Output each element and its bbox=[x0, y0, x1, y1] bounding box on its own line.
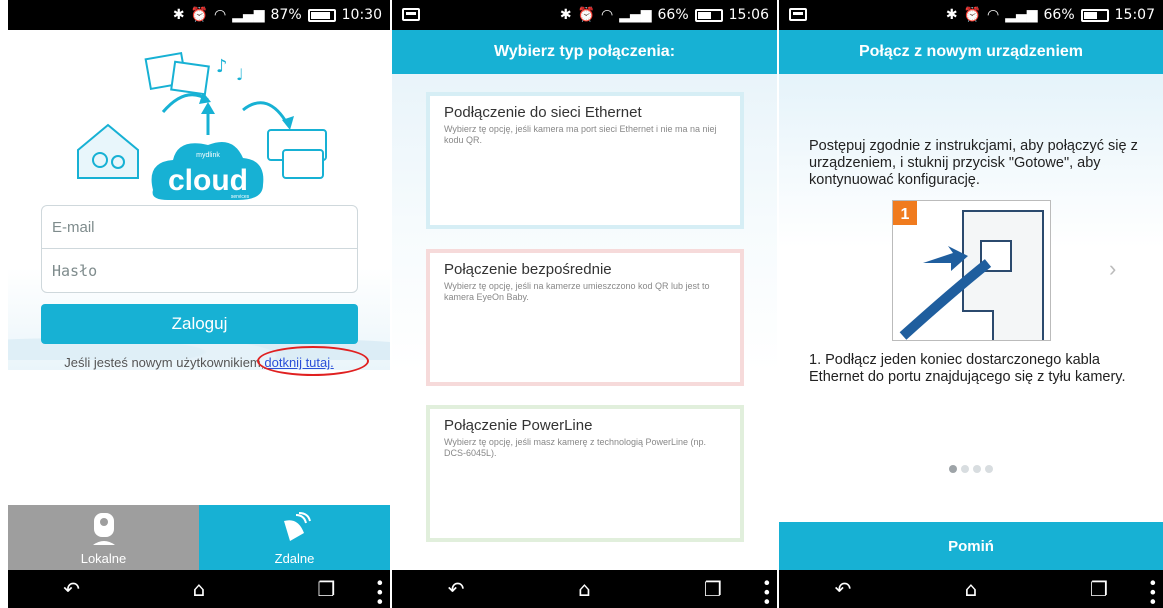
bluetooth-icon: ✱ bbox=[172, 7, 185, 23]
option-description: Wybierz tę opcję, jeśli kamera ma port s… bbox=[444, 124, 717, 145]
notification-icon bbox=[789, 8, 807, 21]
recents-icon[interactable]: ❐ bbox=[1069, 577, 1129, 601]
email-input[interactable] bbox=[42, 206, 357, 249]
status-bar: ✱ ⏰ ◠ ▂▄▆ 87% 10:30 bbox=[8, 0, 390, 30]
pager-dot bbox=[949, 465, 957, 473]
page-title: Połącz z nowym urządzeniem bbox=[779, 30, 1163, 74]
clock: 15:07 bbox=[1114, 7, 1155, 23]
android-nav-bar: ↶ ⌂ ❐ ••• bbox=[779, 570, 1163, 608]
option-title: Podłączenie do sieci Ethernet bbox=[444, 104, 642, 121]
option-title: Połączenie bezpośrednie bbox=[444, 261, 612, 278]
battery-percent: 66% bbox=[657, 7, 689, 23]
wifi-icon: ◠ bbox=[986, 7, 1000, 23]
home-icon[interactable]: ⌂ bbox=[554, 577, 614, 601]
overflow-menu-icon[interactable]: ••• bbox=[1143, 578, 1162, 606]
highlight-annotation bbox=[257, 346, 369, 376]
option-title: Połączenie PowerLine bbox=[444, 417, 593, 434]
back-icon[interactable]: ↶ bbox=[813, 577, 873, 601]
svg-text:♩: ♩ bbox=[236, 65, 244, 84]
connect-device-screen: ✱ ⏰ ◠ ▂▄▆ 66% 15:07 Połącz z nowym urząd… bbox=[779, 0, 1163, 608]
tab-local-label: Lokalne bbox=[80, 551, 127, 566]
mode-tabs: Lokalne Zdalne bbox=[8, 505, 390, 570]
alarm-icon: ⏰ bbox=[577, 7, 595, 23]
battery-percent: 87% bbox=[270, 7, 302, 23]
signal-icon: ▂▄▆ bbox=[619, 7, 652, 23]
status-bar: ✱ ⏰ ◠ ▂▄▆ 66% 15:06 bbox=[392, 0, 777, 30]
logo-brand: cloud bbox=[168, 164, 248, 197]
register-text: Jeśli jesteś nowym użytkownikiem, bbox=[64, 355, 265, 370]
wifi-icon: ◠ bbox=[600, 7, 614, 23]
option-description: Wybierz tę opcję, jeśli na kamerze umies… bbox=[444, 281, 710, 302]
recents-icon[interactable]: ❐ bbox=[683, 577, 743, 601]
svg-text:♪: ♪ bbox=[216, 56, 228, 77]
logo-sub: services bbox=[231, 194, 250, 200]
step-illustration: 1 bbox=[892, 200, 1051, 341]
pager-dot bbox=[973, 465, 981, 473]
home-icon[interactable]: ⌂ bbox=[169, 577, 229, 601]
logo-brand-small: mydlink bbox=[196, 152, 220, 159]
recents-icon[interactable]: ❐ bbox=[296, 577, 356, 601]
chevron-right-icon[interactable]: › bbox=[1109, 256, 1116, 282]
pager-dot bbox=[961, 465, 969, 473]
tab-local[interactable]: Lokalne bbox=[8, 505, 199, 570]
alarm-icon: ⏰ bbox=[963, 7, 981, 23]
login-button[interactable]: Zaloguj bbox=[41, 304, 358, 344]
screenshots-collage: ✱ ⏰ ◠ ▂▄▆ 87% 10:30 ♪ ♩ mydlink cloud se… bbox=[0, 0, 1163, 608]
login-screen: ✱ ⏰ ◠ ▂▄▆ 87% 10:30 ♪ ♩ mydlink cloud se… bbox=[8, 0, 390, 608]
option-description: Wybierz tę opcję, jeśli masz kamerę z te… bbox=[444, 437, 707, 458]
signal-icon: ▂▄▆ bbox=[1005, 7, 1038, 23]
clock: 10:30 bbox=[341, 7, 382, 23]
satellite-icon bbox=[283, 512, 311, 541]
option-direct[interactable]: Połączenie bezpośrednie Wybierz tę opcję… bbox=[426, 249, 744, 386]
camera-icon bbox=[92, 513, 115, 545]
home-icon[interactable]: ⌂ bbox=[941, 577, 1001, 601]
pager-dot bbox=[985, 465, 993, 473]
tab-remote[interactable]: Zdalne bbox=[199, 505, 390, 570]
step-badge: 1 bbox=[901, 206, 910, 223]
status-bar: ✱ ⏰ ◠ ▂▄▆ 66% 15:07 bbox=[779, 0, 1163, 30]
wifi-icon: ◠ bbox=[213, 7, 227, 23]
bluetooth-icon: ✱ bbox=[559, 7, 572, 23]
bluetooth-icon: ✱ bbox=[945, 7, 958, 23]
clock: 15:06 bbox=[728, 7, 769, 23]
back-icon[interactable]: ↶ bbox=[426, 577, 486, 601]
skip-button[interactable]: Pomiń bbox=[779, 522, 1163, 570]
battery-icon bbox=[307, 8, 336, 22]
password-input[interactable] bbox=[42, 249, 357, 292]
option-powerline[interactable]: Połączenie PowerLine Wybierz tę opcję, j… bbox=[426, 405, 744, 542]
connection-type-screen: ✱ ⏰ ◠ ▂▄▆ 66% 15:06 Wybierz typ połączen… bbox=[392, 0, 777, 608]
back-icon[interactable]: ↶ bbox=[42, 577, 102, 601]
overflow-menu-icon[interactable]: ••• bbox=[757, 578, 776, 606]
page-title: Wybierz typ połączenia: bbox=[392, 30, 777, 74]
login-form bbox=[41, 205, 358, 293]
battery-percent: 66% bbox=[1043, 7, 1075, 23]
instruction-text: Postępuj zgodnie z instrukcjami, aby poł… bbox=[809, 138, 1138, 188]
alarm-icon: ⏰ bbox=[190, 7, 208, 23]
ethernet-cable-illustration: 1 bbox=[893, 201, 1044, 340]
option-ethernet[interactable]: Podłączenie do sieci Ethernet Wybierz tę… bbox=[426, 92, 744, 229]
step-text: 1. Podłącz jeden koniec dostarczonego ka… bbox=[809, 352, 1126, 385]
pager-dots bbox=[779, 465, 1163, 473]
notification-icon bbox=[402, 8, 420, 21]
android-nav-bar: ↶ ⌂ ❐ ••• bbox=[392, 570, 777, 608]
signal-icon: ▂▄▆ bbox=[232, 7, 265, 23]
battery-icon bbox=[694, 8, 723, 22]
android-nav-bar: ↶ ⌂ ❐ ••• bbox=[8, 570, 390, 608]
battery-icon bbox=[1080, 8, 1109, 22]
mydlink-cloud-logo: ♪ ♩ mydlink cloud services bbox=[77, 51, 327, 200]
overflow-menu-icon[interactable]: ••• bbox=[370, 578, 389, 606]
tab-remote-label: Zdalne bbox=[274, 551, 315, 566]
